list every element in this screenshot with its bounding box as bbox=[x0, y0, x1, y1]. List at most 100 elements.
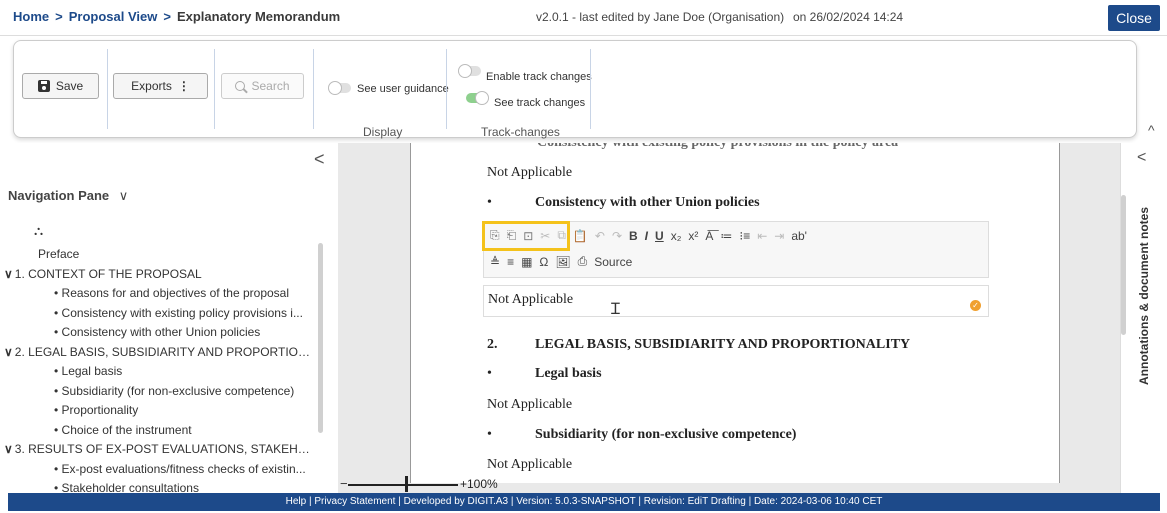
track-changes-icon[interactable]: ab' bbox=[791, 229, 807, 243]
save-label: Save bbox=[55, 79, 84, 93]
document-area: Consistency with existing policy provisi… bbox=[338, 143, 1120, 493]
navigation-item-label: 2. LEGAL BASIS, SUBSIDIARITY AND PROPORT… bbox=[14, 344, 318, 359]
breadcrumb-proposal-view[interactable]: Proposal View bbox=[69, 9, 158, 24]
annotations-tab-label[interactable]: Annotations & document notes bbox=[1137, 207, 1151, 385]
inline-edit-field[interactable]: Not Applicable ✓ bbox=[483, 285, 989, 317]
see-track-changes-toggle[interactable] bbox=[466, 91, 489, 105]
expand-annotations-icon[interactable]: < bbox=[1137, 149, 1146, 167]
navigation-item[interactable]: ∨ 3. RESULTS OF EX-POST EVALUATIONS, STAK… bbox=[0, 440, 318, 460]
text-case-icon[interactable]: A͞ bbox=[705, 229, 713, 243]
zoom-control: − +100% bbox=[340, 476, 540, 492]
undo-icon[interactable]: ↶ bbox=[595, 229, 605, 243]
image-icon[interactable]: 🖼 bbox=[555, 255, 570, 269]
zoom-slider-handle[interactable] bbox=[405, 476, 408, 492]
navigation-item-label: • Legal basis bbox=[54, 364, 123, 378]
group-label-display: Display bbox=[363, 125, 403, 139]
special-character-icon[interactable]: Ω bbox=[539, 255, 548, 269]
subscript-icon[interactable]: x₂ bbox=[671, 229, 682, 243]
exports-button[interactable]: Exports ⋮ bbox=[113, 73, 208, 99]
ribbon-toolbar: Save Exports ⋮ Search See user guidance … bbox=[13, 40, 1137, 139]
version-info: v2.0.1 - last edited by Jane Doe (Organi… bbox=[536, 10, 785, 24]
navigation-item-label: • Consistency with other Union policies bbox=[54, 325, 261, 339]
source-button[interactable]: Source bbox=[594, 255, 632, 269]
subsection-heading[interactable]: Legal basis bbox=[535, 366, 602, 382]
numbered-list-icon[interactable]: ≔ bbox=[720, 229, 732, 243]
navigation-scrollbar[interactable] bbox=[318, 243, 323, 433]
justify-align-icon[interactable]: ≡ bbox=[507, 255, 514, 269]
breadcrumb-home[interactable]: Home bbox=[13, 9, 49, 24]
navigation-pane-title[interactable]: Navigation Pane ∨ bbox=[8, 188, 128, 204]
zoom-out-button[interactable]: − bbox=[340, 476, 348, 491]
paragraph-text[interactable]: Not Applicable bbox=[487, 397, 572, 413]
highlight-box bbox=[482, 221, 570, 251]
breadcrumb: Home > Proposal View > Explanatory Memorandu… bbox=[13, 9, 340, 24]
breadcrumb-separator: > bbox=[163, 9, 171, 24]
center-align-icon[interactable]: ≜ bbox=[490, 255, 500, 269]
navigation-item[interactable]: • Consistency with existing policy provi… bbox=[0, 304, 318, 324]
ribbon-divider bbox=[446, 49, 447, 129]
indent-icon[interactable]: ⇥ bbox=[774, 229, 784, 243]
edit-field-text[interactable]: Not Applicable bbox=[488, 292, 573, 308]
bold-icon[interactable]: B bbox=[629, 229, 638, 243]
chevron-down-icon[interactable]: ∨ bbox=[4, 267, 13, 281]
annotations-scrollbar[interactable] bbox=[1121, 195, 1126, 335]
navigation-item[interactable]: • Proportionality bbox=[0, 401, 318, 421]
close-button[interactable]: Close bbox=[1108, 5, 1160, 31]
search-button[interactable]: Search bbox=[221, 73, 304, 99]
navigation-item[interactable]: • Ex-post evaluations/fitness checks of … bbox=[0, 460, 318, 480]
save-button[interactable]: Save bbox=[22, 73, 99, 99]
navigation-item[interactable]: • Choice of the instrument bbox=[0, 421, 318, 441]
redo-icon[interactable]: ↷ bbox=[612, 229, 622, 243]
ribbon-divider bbox=[590, 49, 591, 129]
page-break-icon[interactable]: ⎙ bbox=[578, 254, 588, 269]
collapse-navigation-icon[interactable]: < bbox=[314, 149, 325, 170]
superscript-icon[interactable]: x² bbox=[688, 229, 698, 243]
navigation-item[interactable]: • Consistency with other Union policies bbox=[0, 323, 318, 343]
user-guidance-label: See user guidance bbox=[357, 83, 449, 95]
navigation-item[interactable]: ∨ 2. LEGAL BASIS, SUBSIDIARITY AND PROPOR… bbox=[0, 343, 318, 363]
chevron-down-icon[interactable]: ∨ bbox=[4, 345, 13, 359]
navigation-item-label: 3. RESULTS OF EX-POST EVALUATIONS, STAKE… bbox=[14, 442, 318, 456]
navigation-pane: < Navigation Pane ∨ ⛬ Preface ∨ 1. CONTEXT… bbox=[0, 143, 337, 495]
chevron-down-icon: ∨ bbox=[118, 188, 129, 203]
underline-icon[interactable]: U bbox=[655, 229, 664, 243]
search-label: Search bbox=[251, 79, 290, 93]
navigation-item[interactable]: • Legal basis bbox=[0, 362, 318, 382]
breadcrumb-separator: > bbox=[55, 9, 63, 24]
enable-track-changes-toggle[interactable] bbox=[458, 64, 481, 78]
more-vertical-icon: ⋮ bbox=[177, 79, 190, 93]
section-heading[interactable]: LEGAL BASIS, SUBSIDIARITY AND PROPORTION… bbox=[535, 337, 910, 353]
navigation-item[interactable]: Preface bbox=[0, 245, 318, 265]
document-page: Consistency with existing policy provisi… bbox=[410, 143, 1060, 483]
ribbon-collapse-icon[interactable]: ^ bbox=[1148, 122, 1155, 138]
paragraph-text[interactable]: Not Applicable bbox=[487, 457, 572, 473]
navigation-pane-title-text: Navigation Pane bbox=[8, 188, 110, 203]
exports-label: Exports bbox=[131, 79, 172, 93]
navigation-item[interactable]: • Reasons for and objectives of the prop… bbox=[0, 284, 318, 304]
navigation-item-label: • Proportionality bbox=[54, 403, 139, 417]
last-edited-date: on 26/02/2024 14:24 bbox=[793, 10, 904, 24]
navigation-item[interactable]: • Subsidiarity (for non-exclusive compet… bbox=[0, 382, 318, 402]
zoom-slider-track[interactable] bbox=[348, 484, 458, 486]
tree-structure-icon[interactable]: ⛬ bbox=[34, 223, 43, 239]
paragraph-text[interactable]: Not Applicable bbox=[487, 165, 572, 181]
table-icon[interactable]: ▦ bbox=[521, 255, 532, 269]
navigation-item-label: • Consistency with existing policy provi… bbox=[54, 305, 303, 320]
enable-track-changes-label: Enable track changes bbox=[486, 71, 592, 83]
group-label-track-changes: Track-changes bbox=[481, 125, 560, 139]
search-icon bbox=[235, 81, 249, 94]
navigation-item[interactable]: ∨ 1. CONTEXT OF THE PROPOSAL bbox=[0, 265, 318, 285]
bullet-glyph: • bbox=[487, 427, 492, 442]
ribbon-divider bbox=[214, 49, 215, 129]
user-guidance-toggle[interactable] bbox=[328, 81, 351, 95]
chevron-down-icon[interactable]: ∨ bbox=[4, 442, 13, 456]
paste-clipboard-icon[interactable]: 📋 bbox=[573, 229, 588, 243]
outdent-icon[interactable]: ⇤ bbox=[757, 229, 767, 243]
zoom-level[interactable]: +100% bbox=[460, 477, 498, 491]
italic-icon[interactable]: I bbox=[645, 229, 648, 243]
bulleted-list-icon[interactable]: ⁝≡ bbox=[739, 229, 750, 243]
top-bar: Home > Proposal View > Explanatory Memorandu… bbox=[0, 0, 1167, 36]
breadcrumb-current: Explanatory Memorandum bbox=[176, 9, 341, 24]
subsection-heading[interactable]: Consistency with other Union policies bbox=[535, 195, 760, 211]
subsection-heading[interactable]: Subsidiarity (for non-exclusive competen… bbox=[535, 427, 796, 443]
